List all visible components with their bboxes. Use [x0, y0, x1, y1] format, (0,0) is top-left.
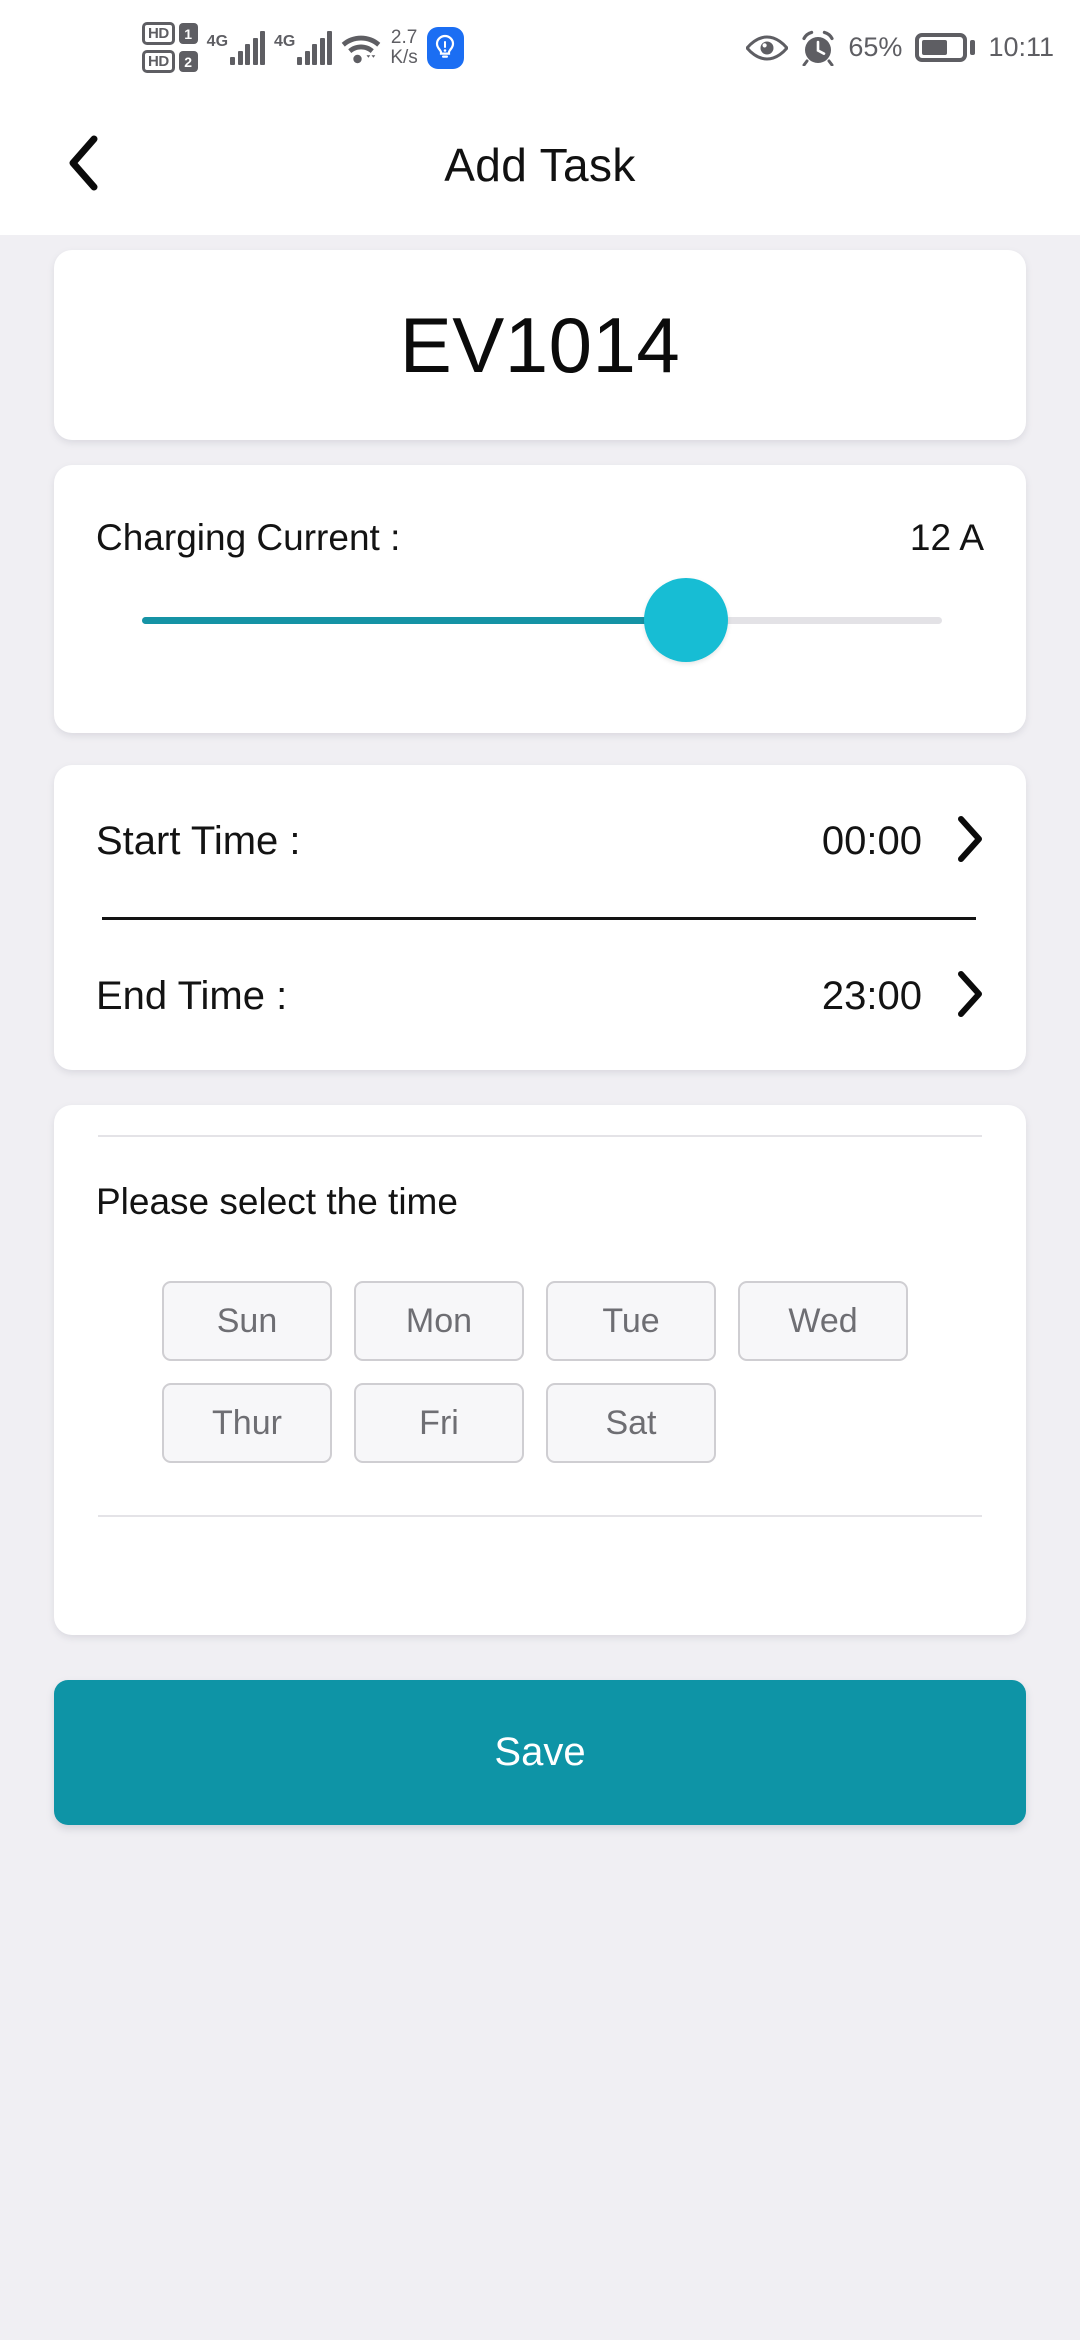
status-bar: HD 1 HD 2 4G 4G 2.7 K/s 65% 10:11 [0, 0, 1080, 95]
charging-current-slider[interactable] [102, 559, 978, 679]
day-chip-label: Thur [212, 1403, 282, 1442]
network-speed-unit: K/s [390, 46, 418, 68]
charging-current-value: 12 A [909, 517, 984, 558]
page-title: Add Task [444, 139, 636, 191]
app-header: Add Task [0, 95, 1080, 235]
back-button[interactable] [52, 134, 114, 196]
start-time-right: 00:00 [822, 815, 984, 868]
end-time-row[interactable]: End Time : 23:00 [96, 920, 984, 1072]
hd-badge-sim1: HD [142, 22, 175, 45]
day-chip-label: Mon [405, 1301, 473, 1340]
day-chip-label: Sat [605, 1403, 657, 1442]
day-chip-mon[interactable]: Mon [354, 1281, 524, 1361]
time-settings-card: Start Time : 00:00 End Time : 23:00 [54, 765, 1026, 1070]
chevron-left-icon [66, 135, 100, 196]
day-chip-label: Tue [602, 1301, 660, 1340]
sim1-number: 1 [178, 23, 198, 44]
charging-current-label: Charging Current : [96, 517, 401, 558]
charging-current-row: Charging Current : 12 A [96, 465, 984, 559]
start-time-label: Start Time : [96, 818, 301, 863]
device-name-label: EV1014 [399, 300, 681, 389]
end-time-right: 23:00 [822, 970, 984, 1023]
start-time-row[interactable]: Start Time : 00:00 [96, 765, 984, 917]
day-chip-thur[interactable]: Thur [162, 1383, 332, 1463]
battery-body [915, 33, 968, 62]
sim2-number: 2 [178, 51, 198, 72]
slider-track-active [142, 617, 687, 624]
day-chip-tue[interactable]: Tue [546, 1281, 716, 1361]
day-chip-sat[interactable]: Sat [546, 1383, 716, 1463]
sim-indicators: HD 1 HD 2 [142, 22, 198, 73]
end-time-label: End Time : [96, 973, 288, 1018]
alarm-clock-icon [801, 30, 835, 66]
day-selection-card: Please select the time Sun Mon Tue Wed Thur F… [54, 1105, 1026, 1635]
status-bar-right: 65% 10:11 [746, 30, 1054, 66]
save-button-label: Save [494, 1730, 586, 1774]
chevron-right-icon [956, 970, 984, 1023]
network-speed-value: 2.7 [390, 26, 418, 48]
app-screen: HD 1 HD 2 4G 4G 2.7 K/s 65% 10:11 Add Ta… [0, 0, 1080, 2340]
day-card-bottom-divider [98, 1515, 982, 1517]
day-chip-sun[interactable]: Sun [162, 1281, 332, 1361]
battery-icon [915, 33, 976, 62]
day-chip-wed[interactable]: Wed [738, 1281, 908, 1361]
device-name-card: EV1014 [54, 250, 1026, 440]
battery-percent-label: 65% [848, 32, 903, 62]
signal-bars-icon-1 [230, 30, 266, 65]
signal-indicator-2: 4G [274, 30, 333, 65]
status-bar-left: HD 1 HD 2 4G 4G 2.7 K/s [142, 22, 464, 73]
hd-badge-sim2: HD [142, 50, 175, 73]
day-chip-fri[interactable]: Fri [354, 1383, 524, 1463]
battery-cap [970, 40, 976, 55]
wifi-icon [341, 31, 381, 65]
status-bar-clock: 10:11 [988, 32, 1054, 62]
save-button[interactable]: Save [54, 1680, 1026, 1825]
day-chip-label: Sun [216, 1301, 278, 1340]
lightbulb-icon [426, 26, 464, 69]
end-time-value: 23:00 [821, 973, 922, 1018]
sim1-indicator: HD 1 [142, 22, 198, 45]
day-chip-grid: Sun Mon Tue Wed Thur Fri Sat [90, 1223, 990, 1463]
day-chip-label: Wed [788, 1301, 858, 1340]
signal-bars-icon-2 [297, 30, 333, 65]
day-selection-title: Please select the time [96, 1181, 458, 1222]
start-time-value: 00:00 [821, 818, 922, 863]
network-type-label-2: 4G [274, 32, 296, 50]
day-chip-label: Fri [419, 1403, 459, 1442]
chevron-right-icon [956, 815, 984, 868]
network-speed-indicator: 2.7 K/s [390, 26, 418, 68]
slider-thumb[interactable] [644, 578, 729, 662]
battery-fill [922, 40, 948, 55]
signal-indicator-1: 4G [206, 30, 266, 65]
sim2-indicator: HD 2 [142, 50, 198, 73]
eye-comfort-icon [746, 34, 789, 62]
charging-current-card: Charging Current : 12 A [54, 465, 1026, 733]
network-type-label-1: 4G [206, 32, 229, 50]
